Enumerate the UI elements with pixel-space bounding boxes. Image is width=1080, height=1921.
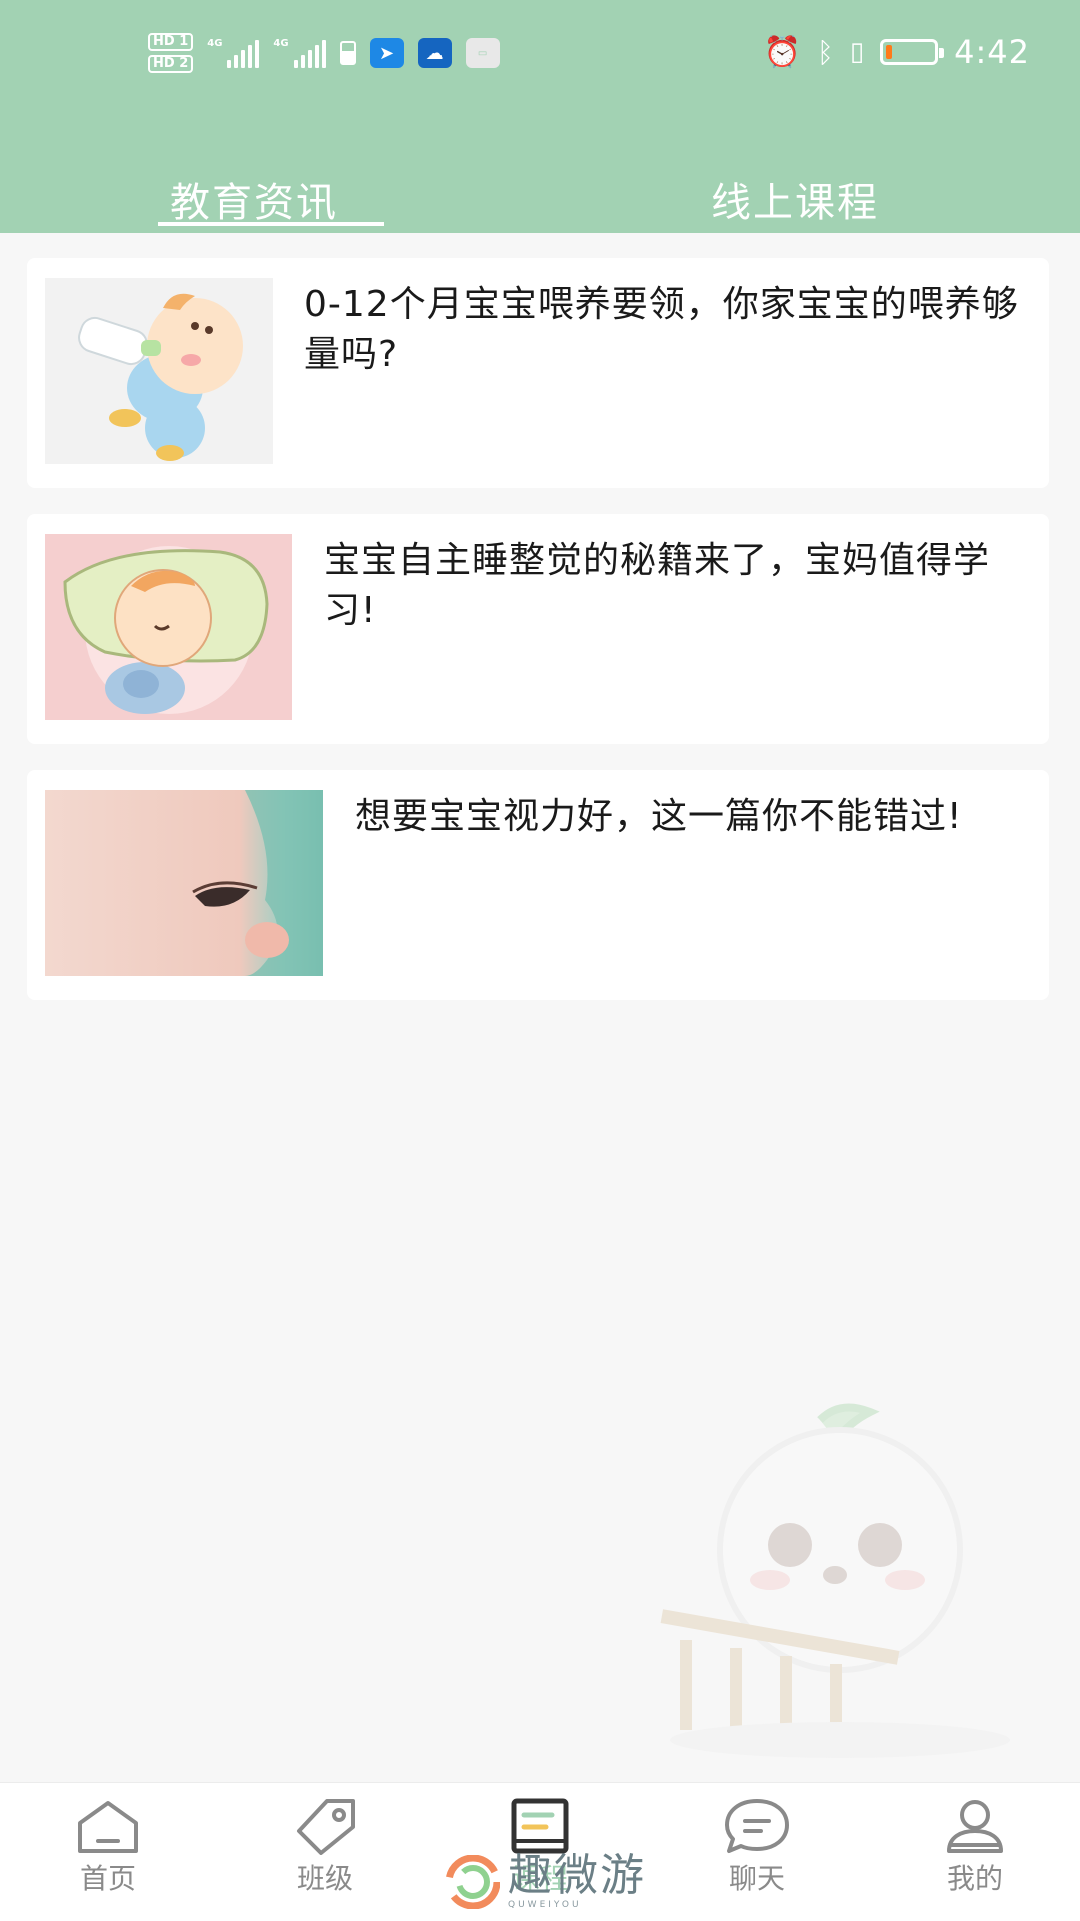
watermark-text-block: 趣微游 QUWEIYOU	[508, 1850, 646, 1911]
tab-indicator	[158, 222, 384, 226]
hd-indicator: HD 1 HD 2	[148, 33, 194, 73]
watermark-subtext: QUWEIYOU	[508, 1900, 582, 1910]
tab-education-news[interactable]: 教育资讯	[170, 170, 338, 228]
bluetooth-icon: ᛒ	[817, 35, 834, 69]
book-icon	[511, 1798, 569, 1854]
hd2-label: HD 2	[148, 55, 194, 73]
hd1-label: HD 1	[148, 33, 194, 51]
weather-icon: ☁	[417, 38, 452, 68]
status-bar: HD 1 HD 2 4G 4G ➤ ☁ ▭ ⏰ ᛒ ▯ 4:42	[0, 0, 1080, 104]
home-icon	[78, 1801, 138, 1853]
app-header: HD 1 HD 2 4G 4G ➤ ☁ ▭ ⏰ ᛒ ▯ 4:42 教育资讯 线上…	[0, 0, 1080, 233]
article-thumbnail	[45, 790, 323, 976]
top-tabs: 教育资讯 线上课程	[0, 160, 1080, 233]
article-card[interactable]: 宝宝自主睡整觉的秘籍来了，宝妈值得学习!	[27, 514, 1049, 744]
article-thumbnail	[45, 278, 273, 464]
article-card[interactable]: 想要宝宝视力好，这一篇你不能错过!	[27, 770, 1049, 1000]
article-title: 想要宝宝视力好，这一篇你不能错过!	[355, 796, 963, 837]
chat-icon	[725, 1799, 789, 1853]
network-label: 4G	[273, 38, 289, 49]
baby-bottle-illustration	[45, 278, 273, 464]
article-list: 0-12个月宝宝喂养要领，你家宝宝的喂养够量吗? 宝宝自主睡整觉的秘籍来了，宝妈…	[27, 258, 1049, 1026]
nav-profile[interactable]: 我的	[910, 1797, 1040, 1897]
nav-profile-label: 我的	[946, 1862, 1003, 1895]
app-icon: ➤	[369, 38, 404, 68]
network-label: 4G	[207, 38, 223, 49]
alarm-icon: ⏰	[763, 34, 802, 70]
article-card[interactable]: 0-12个月宝宝喂养要领，你家宝宝的喂养够量吗?	[27, 258, 1049, 488]
tab-online-courses[interactable]: 线上课程	[711, 170, 879, 228]
article-thumbnail	[45, 534, 292, 720]
baby-eye-photo	[45, 790, 323, 976]
watermark: 趣微游 QUWEIYOU	[446, 1852, 646, 1912]
watermark-text: 趣微游	[508, 1850, 646, 1901]
watermark-logo-icon	[446, 1855, 500, 1909]
battery-icon	[880, 39, 945, 65]
clock: 4:42	[954, 33, 1030, 71]
nav-class[interactable]: 班级	[260, 1797, 390, 1897]
sleeping-baby-illustration	[45, 534, 292, 720]
nav-chat[interactable]: 聊天	[692, 1797, 822, 1897]
nav-home[interactable]: 首页	[43, 1797, 173, 1897]
nav-home-label: 首页	[79, 1862, 136, 1895]
vibrate-icon: ▯	[849, 37, 865, 67]
mascot-illustration	[660, 1403, 1010, 1758]
article-title: 0-12个月宝宝喂养要领，你家宝宝的喂养够量吗?	[304, 284, 1019, 375]
battery-level	[886, 45, 893, 59]
signal-icon: 4G	[207, 38, 260, 68]
tag-icon	[297, 1799, 355, 1855]
status-right: ⏰ ᛒ ▯ 4:42	[764, 30, 1030, 74]
status-left: HD 1 HD 2 4G 4G ➤ ☁ ▭	[148, 28, 500, 78]
nav-class-label: 班级	[296, 1862, 353, 1895]
profile-icon	[947, 1800, 1003, 1853]
nfc-icon: ▭	[465, 38, 500, 68]
signal-icon: 4G	[273, 38, 326, 68]
sim-icon	[339, 41, 356, 65]
nav-chat-label: 聊天	[728, 1862, 785, 1895]
article-title: 宝宝自主睡整觉的秘籍来了，宝妈值得学习!	[324, 540, 991, 631]
